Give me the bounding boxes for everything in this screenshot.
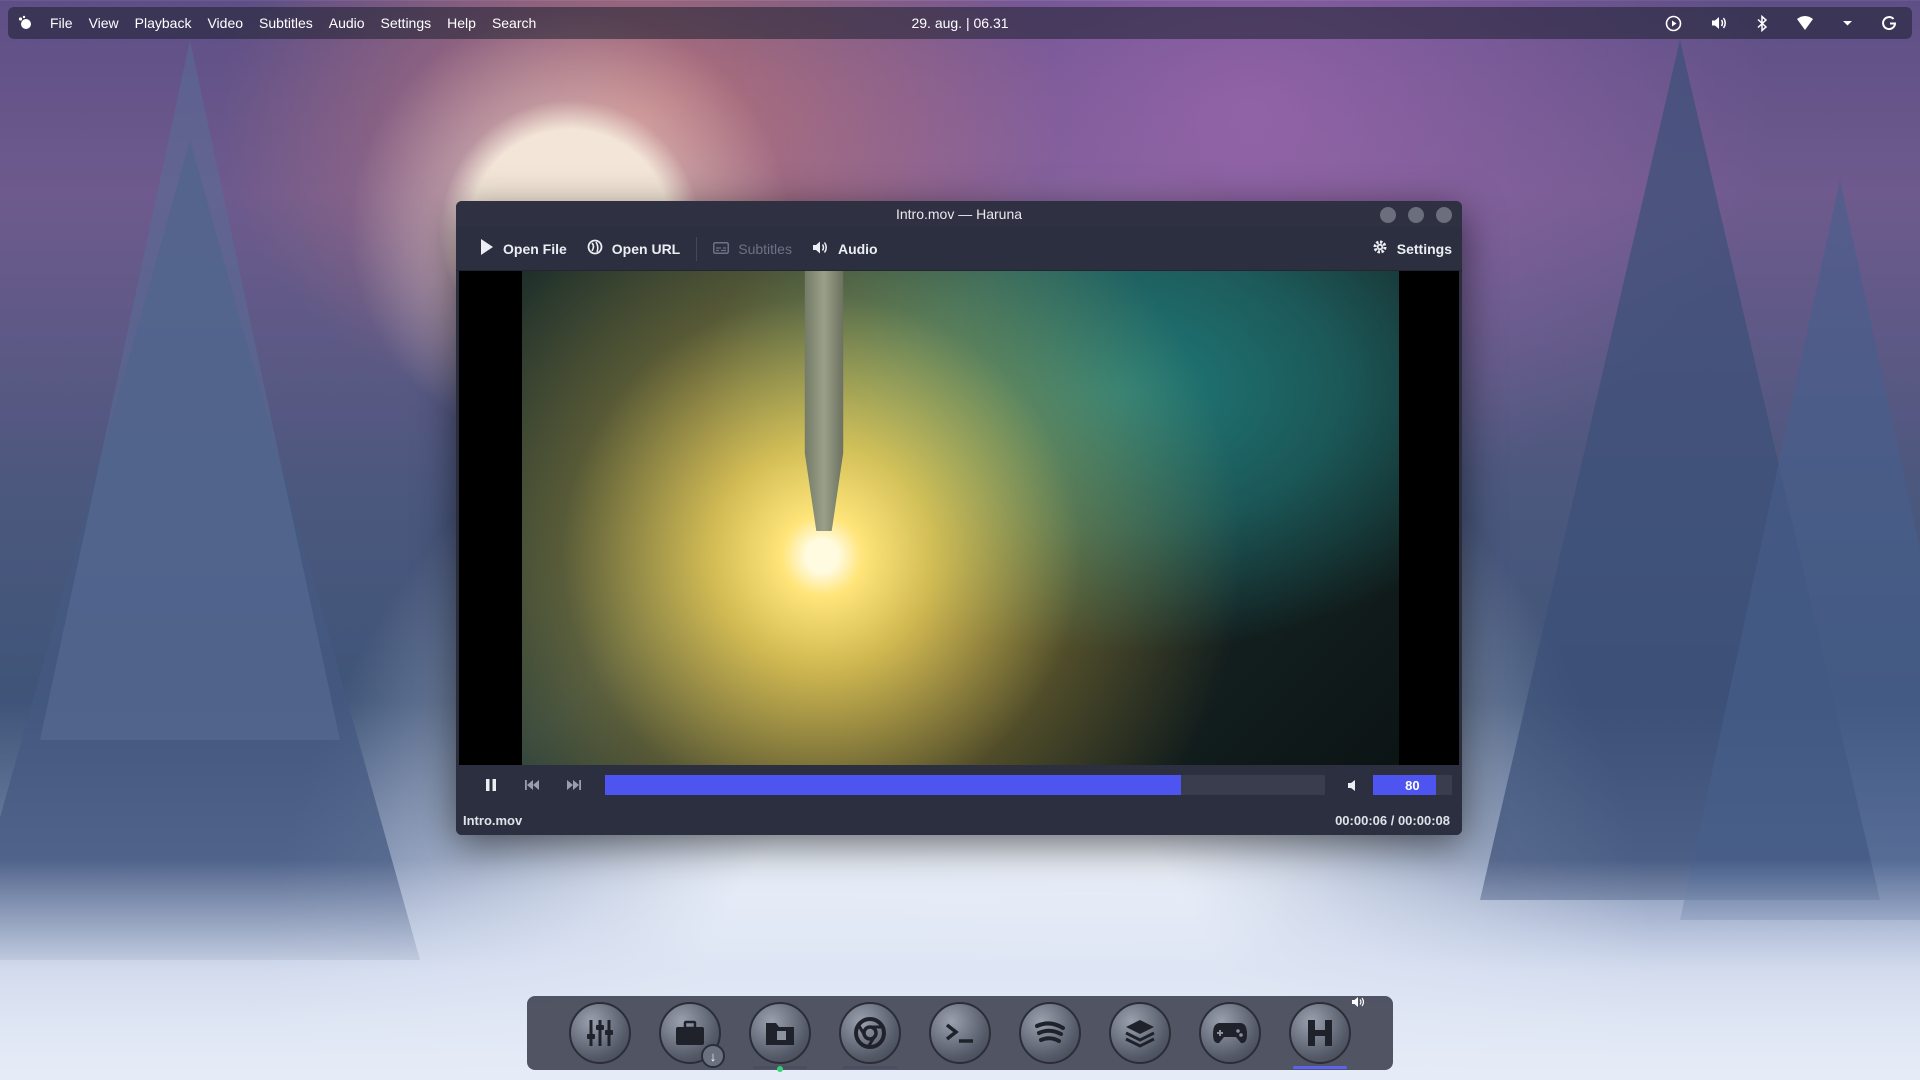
volume-slider[interactable]: 80 [1372, 775, 1453, 795]
sliders-icon [569, 1002, 631, 1064]
haruna-window: Intro.mov — Haruna Open File Open URL Su… [456, 201, 1462, 835]
open-file-button[interactable]: Open File [470, 227, 577, 270]
progress-fill [604, 775, 1181, 795]
subtitles-label: Subtitles [738, 240, 792, 257]
menu-video[interactable]: Video [199, 15, 251, 31]
time-label: 00:00:06 / 00:00:08 [1335, 812, 1450, 828]
previous-button[interactable] [512, 779, 554, 791]
audio-playing-icon [1351, 996, 1365, 1011]
maximize-button[interactable] [1408, 207, 1424, 223]
next-button[interactable] [553, 779, 595, 791]
menu-search[interactable]: Search [484, 15, 544, 31]
close-button[interactable] [1436, 207, 1452, 223]
video-laser-nozzle [804, 271, 844, 531]
video-area[interactable] [459, 271, 1459, 765]
minimize-button[interactable] [1380, 207, 1396, 223]
menu-file[interactable]: File [42, 15, 81, 31]
menu-subtitles[interactable]: Subtitles [251, 15, 321, 31]
dock-item-mixer[interactable] [569, 1002, 631, 1064]
dock-item-spotify[interactable] [1019, 1002, 1081, 1064]
globe-icon [587, 239, 603, 258]
menu-audio[interactable]: Audio [321, 15, 373, 31]
pine-tree-left-2 [40, 40, 340, 740]
spotify-icon [1019, 1002, 1081, 1064]
pine-tree-right-2 [1680, 180, 1920, 920]
power-icon[interactable] [1881, 15, 1898, 32]
open-url-label: Open URL [611, 240, 681, 257]
subtitles-button[interactable]: Subtitles [703, 227, 802, 270]
play-icon [480, 238, 494, 259]
settings-button[interactable]: Settings [1362, 227, 1462, 270]
playback-controls: 80 [456, 765, 1462, 805]
terminal-icon [929, 1002, 991, 1064]
dock-item-terminal[interactable] [929, 1002, 991, 1064]
app-launcher-icon[interactable] [8, 15, 42, 31]
folder-icon [749, 1002, 811, 1064]
dock-item-haruna[interactable] [1289, 997, 1365, 1069]
wifi-icon[interactable] [1796, 15, 1814, 31]
clock[interactable]: 29. aug. | 06.31 [911, 15, 1008, 31]
menu-playback[interactable]: Playback [127, 15, 200, 31]
audio-label: Audio [837, 240, 878, 257]
menu-view[interactable]: View [81, 15, 127, 31]
subtitles-icon [713, 241, 730, 257]
dock-item-file-manager[interactable] [749, 1002, 811, 1072]
media-player-icon[interactable] [1665, 15, 1682, 32]
bluetooth-icon[interactable] [1756, 14, 1768, 32]
progress-slider[interactable] [604, 775, 1325, 795]
toolbar-separator [696, 236, 698, 261]
speaker-icon [812, 240, 829, 258]
filename-label: Intro.mov [463, 812, 523, 828]
toolbar: Open File Open URL Subtitles Audio Setti… [456, 227, 1462, 271]
window-buttons [1380, 207, 1452, 223]
settings-label: Settings [1396, 240, 1452, 257]
chrome-icon [839, 1002, 901, 1064]
dock-indicator-haruna [1293, 1066, 1347, 1069]
volume-icon[interactable] [1710, 15, 1728, 31]
window-titlebar[interactable]: Intro.mov — Haruna [456, 201, 1462, 227]
open-url-button[interactable]: Open URL [577, 227, 690, 270]
dock-notification-dot [777, 1066, 783, 1072]
menu-help[interactable]: Help [439, 15, 484, 31]
video-frame [522, 271, 1399, 765]
mute-button[interactable] [1333, 779, 1373, 792]
top-panel: File View Playback Video Subtitles Audio… [8, 7, 1912, 39]
status-bar: Intro.mov 00:00:06 / 00:00:08 [456, 805, 1462, 835]
volume-value: 80 [1405, 777, 1420, 793]
system-tray [1665, 7, 1898, 39]
download-icon: ↓ [701, 1044, 725, 1068]
pause-button[interactable] [470, 778, 512, 792]
dock-item-browser[interactable] [839, 1002, 901, 1069]
open-file-label: Open File [503, 240, 567, 257]
audio-button[interactable]: Audio [802, 227, 888, 270]
layers-icon [1109, 1002, 1171, 1064]
menu-settings[interactable]: Settings [373, 15, 440, 31]
dock-item-software-center[interactable]: ↓ [659, 1002, 725, 1068]
gamepad-icon [1199, 1002, 1261, 1064]
window-title: Intro.mov — Haruna [895, 206, 1023, 222]
dock-indicator-browser [843, 1066, 897, 1069]
dock-item-stack[interactable] [1109, 1002, 1171, 1064]
chevron-down-icon[interactable] [1842, 19, 1853, 27]
haruna-icon [1289, 1002, 1351, 1064]
dock-item-games[interactable] [1199, 1002, 1261, 1064]
dock: ↓ [527, 996, 1393, 1072]
gear-icon [1372, 239, 1388, 258]
